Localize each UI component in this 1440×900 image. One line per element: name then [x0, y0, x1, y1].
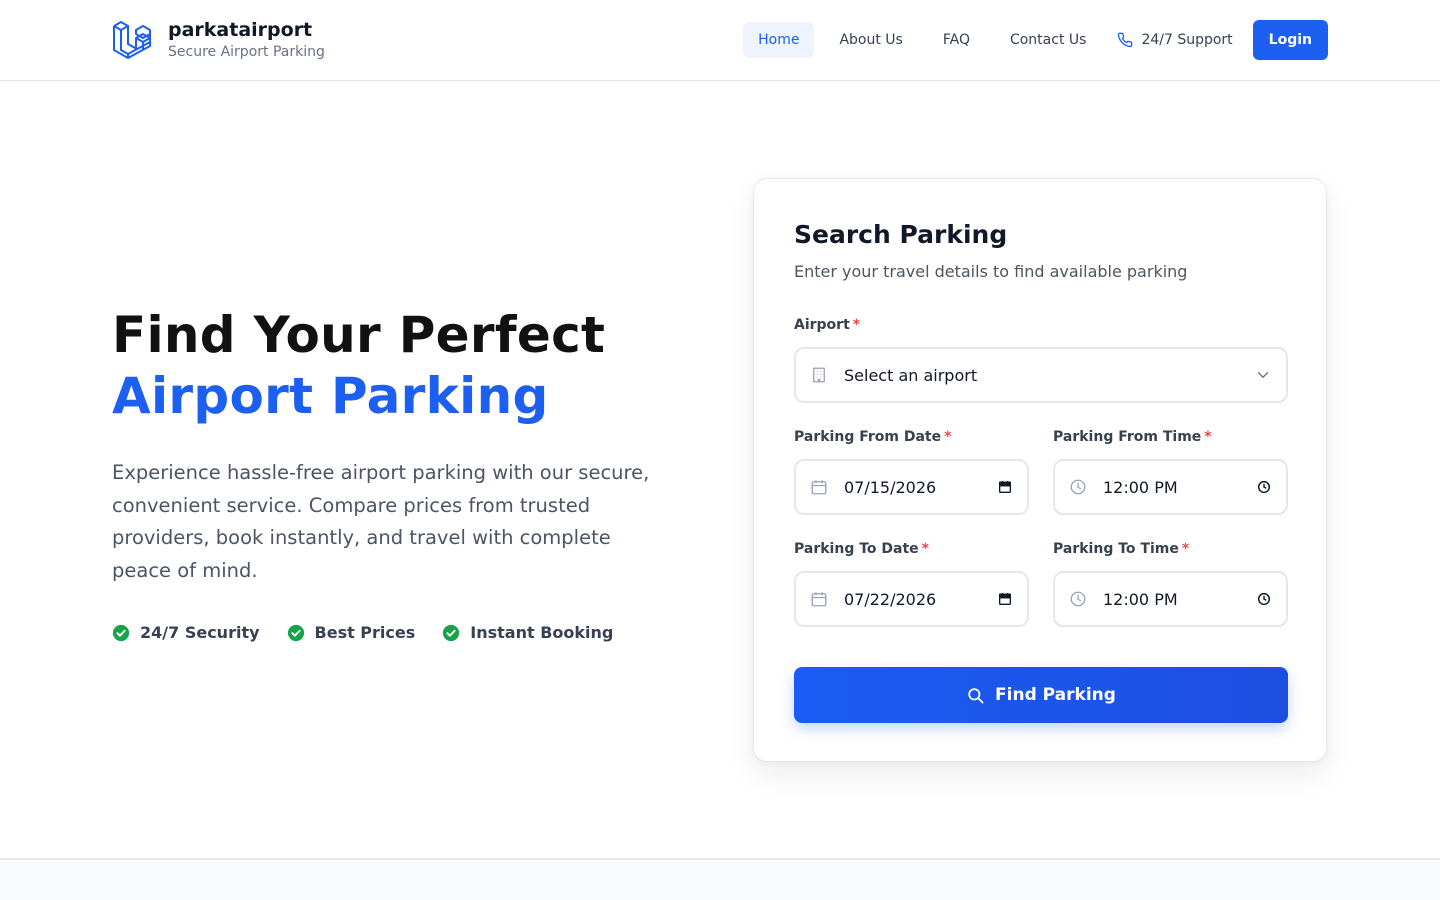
nav-contact-us[interactable]: Contact Us [995, 22, 1101, 58]
feature-item: Instant Booking [442, 623, 613, 642]
to-date-label-text: Parking To Date [794, 541, 919, 557]
brand[interactable]: parkatairport Secure Airport Parking [112, 18, 325, 62]
check-circle-icon [112, 624, 130, 641]
calendar-icon [811, 592, 827, 607]
site-header: parkatairport Secure Airport Parking Hom… [0, 0, 1440, 81]
feature-label: 24/7 Security [140, 623, 260, 642]
required-marker: * [944, 429, 952, 445]
to-date-input[interactable]: 07/22/2026 [794, 571, 1029, 627]
airport-field: Airport * Select an airport [794, 315, 1288, 403]
clock-icon [1070, 479, 1086, 495]
from-time-field: Parking From Time * 12:00 PM [1053, 427, 1288, 515]
airport-select[interactable]: Select an airport [794, 347, 1288, 403]
to-date-field: Parking To Date * 07/22/2026 [794, 539, 1029, 627]
from-time-value: 12:00 PM [1103, 477, 1178, 497]
to-time-input[interactable]: 12:00 PM [1053, 571, 1288, 627]
clock-picker-icon[interactable] [1256, 479, 1272, 495]
building-icon [813, 367, 825, 383]
from-date-field: Parking From Date * 07/15/2026 [794, 427, 1029, 515]
from-time-input[interactable]: 12:00 PM [1053, 459, 1288, 515]
hero-title-line1: Find Your Perfect [112, 306, 606, 364]
card-subtitle: Enter your travel details to find availa… [794, 262, 1188, 281]
main-nav: Home About Us FAQ Contact Us 24/7 Suppor… [743, 20, 1328, 60]
feature-label: Instant Booking [470, 623, 614, 642]
feature-list: 24/7 Security Best Prices Instant Bookin… [112, 623, 692, 642]
to-date-label: Parking To Date * [794, 539, 1029, 559]
airport-label: Airport * [794, 315, 1288, 335]
airport-select-value: Select an airport [844, 365, 978, 385]
login-button[interactable]: Login [1252, 20, 1328, 60]
from-date-label-text: Parking From Date [794, 429, 942, 445]
check-circle-icon [287, 624, 304, 641]
chevron-down-icon [1257, 372, 1269, 378]
required-marker: * [921, 541, 929, 557]
clock-icon [1070, 591, 1086, 607]
from-date-label: Parking From Date * [794, 427, 1029, 447]
to-time-label-text: Parking To Time [1053, 541, 1179, 557]
check-circle-icon [443, 624, 460, 641]
search-icon [968, 687, 984, 703]
nav-faq[interactable]: FAQ [928, 22, 985, 58]
feature-label: Best Prices [314, 623, 416, 642]
nav-about-us[interactable]: About Us [824, 22, 917, 58]
from-date-value: 07/15/2026 [844, 477, 937, 497]
calendar-picker-icon[interactable] [997, 479, 1013, 495]
laravel-cube-logo-icon [113, 21, 151, 59]
nav-home[interactable]: Home [743, 22, 815, 58]
airport-label-text: Airport [794, 317, 850, 333]
from-time-label-text: Parking From Time [1053, 429, 1202, 445]
calendar-picker-icon[interactable] [997, 591, 1013, 607]
to-time-value: 12:00 PM [1103, 589, 1178, 609]
feature-item: 24/7 Security [112, 623, 260, 642]
hero: Find Your Perfect Airport Parking Experi… [112, 305, 692, 642]
hero-description: Experience hassle-free airport parking w… [112, 461, 650, 582]
search-parking-card: Search Parking Enter your travel details… [753, 178, 1327, 762]
clock-picker-icon[interactable] [1256, 591, 1272, 607]
next-section-edge [0, 858, 1440, 900]
to-time-label: Parking To Time * [1053, 539, 1288, 559]
from-time-label: Parking From Time * [1053, 427, 1288, 447]
to-time-field: Parking To Time * 12:00 PM [1053, 539, 1288, 627]
support-link[interactable]: 24/7 Support [1117, 32, 1233, 48]
from-date-input[interactable]: 07/15/2026 [794, 459, 1029, 515]
find-parking-label: Find Parking [995, 685, 1116, 705]
phone-icon [1118, 32, 1133, 48]
required-marker: * [852, 317, 861, 333]
required-marker: * [1204, 429, 1212, 445]
feature-item: Best Prices [287, 623, 416, 642]
to-row: Parking To Date * 07/22/2026 Parking To T… [794, 539, 1288, 627]
support-label: 24/7 Support [1141, 32, 1233, 48]
brand-tagline: Secure Airport Parking [168, 44, 325, 60]
hero-title-line2: Airport Parking [112, 367, 549, 425]
brand-name: parkatairport [168, 19, 313, 41]
hero-title: Find Your Perfect Airport Parking [112, 305, 692, 427]
to-date-value: 07/22/2026 [844, 589, 937, 609]
from-row: Parking From Date * 07/15/2026 Parking Fr… [794, 427, 1288, 515]
find-parking-button[interactable]: Find Parking [794, 667, 1288, 723]
card-title: Search Parking [794, 220, 1008, 249]
required-marker: * [1181, 541, 1190, 557]
calendar-icon [811, 480, 827, 495]
